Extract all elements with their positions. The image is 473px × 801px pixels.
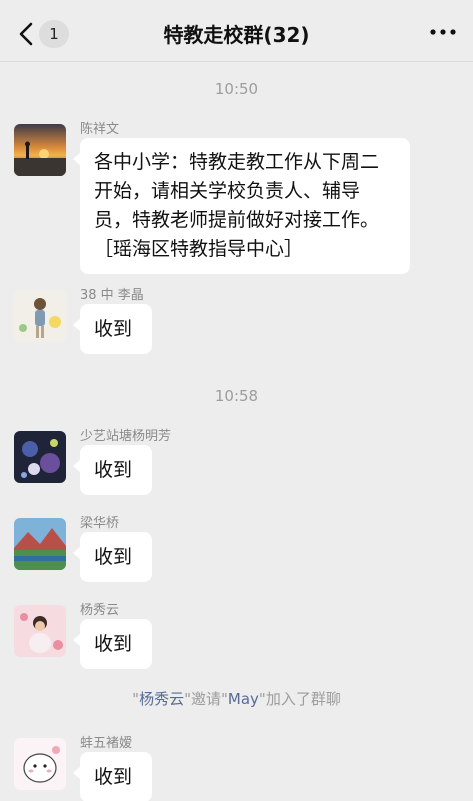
sender-name: 陈祥文: [80, 122, 120, 137]
join-text: 加入了群聊: [265, 690, 341, 708]
avatar[interactable]: [14, 738, 66, 790]
sender-name: 杨秀云: [80, 603, 120, 618]
more-horizontal-icon: [430, 29, 456, 35]
system-notice: "杨秀云"邀请"May"加入了群聊: [0, 688, 473, 709]
message-bubble[interactable]: 收到: [73, 304, 152, 354]
chat-header: 1 特教走校群(32): [0, 0, 473, 62]
avatar[interactable]: [14, 518, 66, 570]
inviter-name-link[interactable]: 杨秀云: [139, 690, 184, 708]
quote-mark: ": [258, 690, 266, 708]
avatar[interactable]: [14, 290, 66, 342]
quote-mark: ": [184, 690, 191, 708]
message-bubble[interactable]: 收到: [73, 619, 152, 669]
invitee-name-link[interactable]: May: [228, 690, 259, 708]
sender-name: 梁华桥: [80, 516, 120, 531]
sender-name: 少艺站塘杨明芳: [80, 429, 172, 444]
quote-mark: ": [221, 690, 228, 708]
sender-name: 蚌五褚嫒: [80, 736, 133, 751]
message-bubble[interactable]: 收到: [73, 752, 152, 801]
more-button[interactable]: [429, 22, 457, 42]
chat-title: 特教走校群(32): [163, 23, 310, 47]
avatar[interactable]: [14, 605, 66, 657]
sender-name: 38 中 李晶: [80, 288, 144, 303]
message-bubble[interactable]: 收到: [73, 532, 152, 582]
message-bubble[interactable]: 收到: [73, 445, 152, 495]
timestamp: 10:58: [214, 387, 259, 405]
invite-verb: 邀请: [190, 690, 221, 708]
avatar[interactable]: [14, 124, 66, 176]
timestamp: 10:50: [214, 80, 259, 98]
avatar[interactable]: [14, 431, 66, 483]
message-bubble[interactable]: 各中小学：特教走教工作从下周二开始，请相关学校负责人、辅导员，特教老师提前做好对…: [73, 138, 410, 274]
